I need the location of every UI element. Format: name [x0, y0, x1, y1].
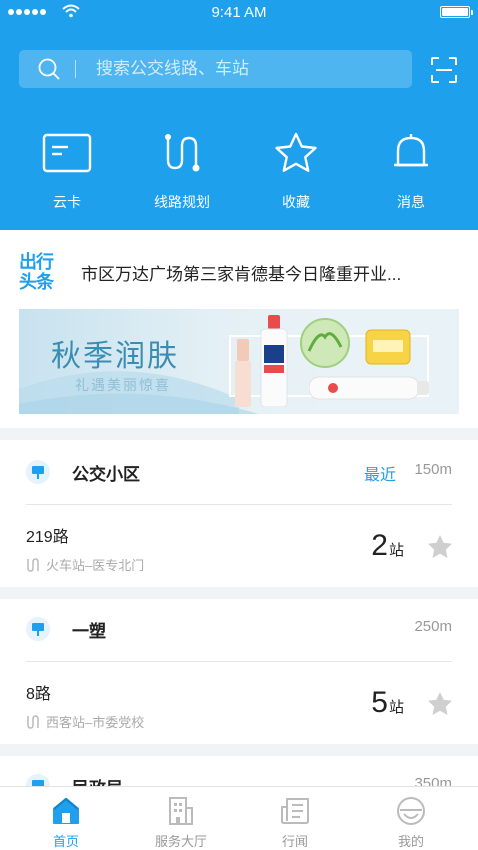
route-direction: 火车站–医专北门	[26, 555, 144, 574]
stop-name: 公交小区	[72, 465, 140, 484]
tab-bar: 首页 服务大厅 行闻 我的	[0, 786, 478, 850]
quick-action-label: 收藏	[282, 194, 310, 210]
tab-news[interactable]: 行闻	[250, 795, 340, 850]
news-headline: 市区万达广场第三家肯德基今日隆重开业...	[81, 264, 402, 284]
stop-distance: 150m	[414, 461, 452, 478]
battery-icon	[440, 6, 473, 18]
banner-title: 秋季润肤	[51, 339, 179, 374]
favorite-star-icon[interactable]	[426, 533, 454, 561]
toner-bottle-image	[260, 315, 288, 407]
stops-away: 5站	[371, 686, 404, 719]
favorite-star-icon[interactable]	[426, 690, 454, 718]
header: 9:41 AM 云卡	[0, 0, 478, 230]
route-direction-icon	[27, 714, 39, 729]
status-bar: 9:41 AM	[0, 0, 478, 26]
tab-profile[interactable]: 我的	[366, 795, 456, 850]
quick-action-label: 线路规划	[154, 194, 210, 210]
quick-action-label: 消息	[397, 194, 425, 210]
tab-label: 行闻	[281, 834, 308, 849]
lip-product-image	[235, 339, 251, 407]
nearest-badge: 最近	[363, 467, 396, 484]
news-ticker[interactable]: 出行 头条 市区万达广场第三家肯德基今日隆重开业...	[0, 244, 478, 300]
building-icon	[169, 797, 193, 825]
stop-distance: 250m	[414, 618, 452, 635]
banner-subtitle: 礼遇美丽惊喜	[75, 377, 171, 393]
scan-icon[interactable]	[430, 56, 458, 84]
quick-action-messages[interactable]: 消息	[361, 128, 461, 212]
aloe-jar-image	[300, 318, 350, 368]
cream-jar-image	[365, 329, 411, 365]
route-plan-icon	[165, 134, 200, 172]
route-name: 219路	[26, 529, 69, 546]
route-name: 8路	[26, 686, 51, 703]
star-icon	[275, 132, 317, 172]
section-gap	[0, 587, 478, 599]
section-gap	[0, 744, 478, 756]
profile-icon	[397, 797, 425, 825]
route-direction-icon	[27, 557, 39, 572]
quick-action-route-plan[interactable]: 线路规划	[132, 128, 232, 212]
stops-away: 2站	[371, 529, 404, 562]
card-icon	[42, 133, 92, 173]
search-separator	[75, 60, 76, 78]
bus-stop-icon	[26, 617, 50, 641]
promo-banner[interactable]: 秋季润肤 礼遇美丽惊喜	[19, 309, 459, 414]
stop-name: 一塑	[72, 622, 106, 641]
tab-home[interactable]: 首页	[21, 795, 111, 850]
bus-stop-icon	[26, 460, 50, 484]
search-input[interactable]	[96, 59, 356, 79]
status-time: 9:41 AM	[211, 4, 267, 21]
news-logo: 出行 头条	[19, 252, 54, 292]
home-icon	[53, 797, 79, 824]
search-icon	[38, 58, 60, 80]
quick-action-label: 云卡	[53, 194, 81, 210]
route-direction: 西客站–市委党校	[26, 712, 144, 731]
route-row[interactable]: 219路 火车站–医专北门 2站	[0, 505, 478, 587]
tab-label: 服务大厅	[154, 834, 207, 849]
stop-header[interactable]: 一塑 250m	[0, 601, 478, 657]
bell-icon	[394, 134, 428, 167]
route-row[interactable]: 8路 西客站–市委党校 5站	[0, 662, 478, 744]
news-icon	[281, 798, 309, 824]
spray-bottle-image	[309, 376, 429, 400]
tab-label: 首页	[52, 834, 79, 849]
section-gap	[0, 428, 478, 440]
stop-header[interactable]: 公交小区 最近 150m	[0, 444, 478, 500]
quick-action-cloud-card[interactable]: 云卡	[17, 128, 117, 212]
tab-label: 我的	[397, 834, 424, 849]
quick-action-favorites[interactable]: 收藏	[246, 128, 346, 212]
tab-service-hall[interactable]: 服务大厅	[136, 795, 226, 850]
search-bar[interactable]	[19, 50, 412, 88]
